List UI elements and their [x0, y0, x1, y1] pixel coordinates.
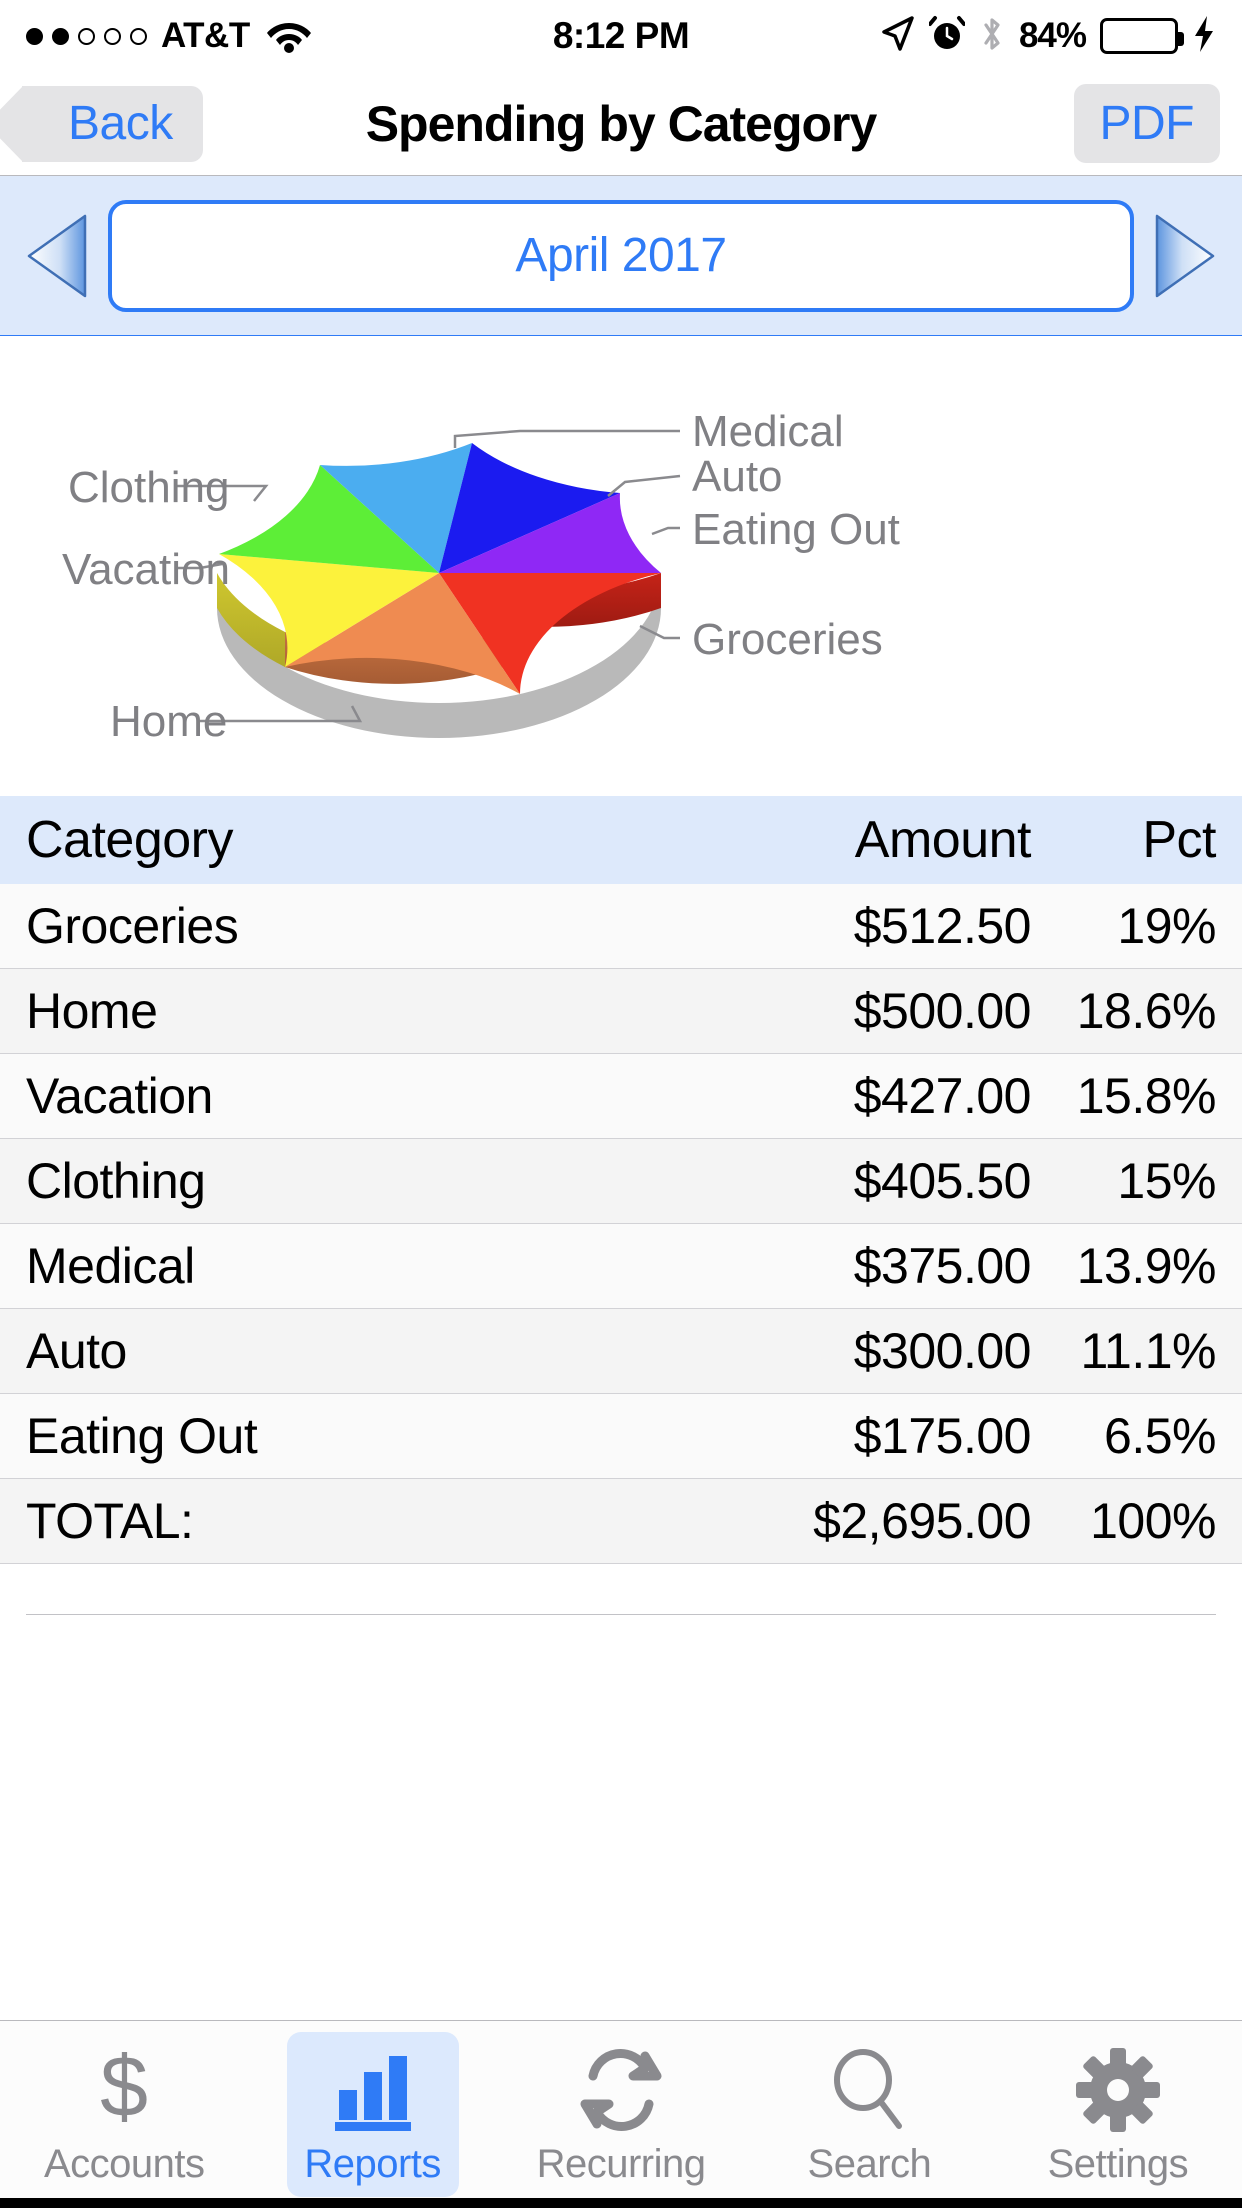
pie-label-groceries: Groceries — [692, 615, 883, 664]
cell-total-amount: $2,695.00 — [813, 1493, 1031, 1549]
tab-accounts[interactable]: $ Accounts — [0, 2021, 248, 2208]
cell-total-label: TOTAL: — [26, 1493, 194, 1549]
cell-amount: $300.00 — [853, 1323, 1032, 1379]
month-display-field[interactable]: April 2017 — [108, 199, 1134, 312]
refresh-cycle-icon — [579, 2046, 663, 2134]
pdf-button-label: PDF — [1099, 97, 1195, 150]
month-selector-bar: April 2017 — [0, 176, 1242, 336]
svg-text:$: $ — [100, 2046, 148, 2134]
battery-icon — [1100, 18, 1184, 54]
cell-pct: 6.5% — [1104, 1408, 1216, 1464]
back-button-label: Back — [68, 97, 173, 150]
battery-percent-label: 84% — [1018, 16, 1087, 55]
cell-category: Clothing — [26, 1153, 206, 1209]
cell-total-pct: 100% — [1090, 1493, 1216, 1549]
pie-label-auto: Auto — [692, 452, 783, 501]
carrier-label: AT&T — [161, 16, 250, 55]
table-row[interactable]: Home $500.00 18.6% — [0, 969, 1242, 1054]
cell-category: Groceries — [26, 898, 239, 954]
cell-category: Auto — [26, 1323, 127, 1379]
tab-reports[interactable]: Reports — [248, 2021, 496, 2208]
cell-category: Home — [26, 983, 158, 1039]
table-row[interactable]: Medical $375.00 13.9% — [0, 1224, 1242, 1309]
signal-dot — [130, 27, 147, 45]
table-row[interactable]: Vacation $427.00 15.8% — [0, 1054, 1242, 1139]
status-bar: AT&T 8:12 PM 84% — [0, 0, 1242, 72]
lightning-bolt-icon — [1192, 14, 1216, 59]
signal-dot — [52, 27, 69, 45]
table-row[interactable]: Eating Out $175.00 6.5% — [0, 1394, 1242, 1479]
bar-chart-icon — [331, 2046, 415, 2134]
column-header-pct: Pct — [1142, 811, 1216, 869]
tab-settings[interactable]: Settings — [994, 2021, 1242, 2208]
tab-recurring[interactable]: Recurring — [497, 2021, 745, 2208]
chevron-right-triangle-icon — [1155, 214, 1215, 297]
back-button[interactable]: Back — [0, 85, 203, 162]
pie-label-eatingout: Eating Out — [692, 505, 900, 554]
signal-dot — [104, 27, 121, 45]
wifi-icon — [266, 15, 312, 58]
previous-month-button[interactable] — [14, 201, 100, 311]
table-row[interactable]: Clothing $405.50 15% — [0, 1139, 1242, 1224]
pie-label-medical: Medical — [692, 407, 844, 456]
tab-label-recurring: Recurring — [536, 2142, 706, 2186]
tab-label-reports: Reports — [304, 2142, 441, 2186]
month-value: April 2017 — [515, 229, 727, 282]
home-indicator-bar — [0, 2198, 1242, 2208]
spending-table: Category Amount Pct Groceries $512.50 19… — [0, 796, 1242, 1735]
tab-label-search: Search — [807, 2142, 932, 2186]
bottom-tab-bar: $ Accounts Reports Recurring Search Sett… — [0, 2020, 1242, 2208]
table-total-row: TOTAL: $2,695.00 100% — [0, 1479, 1242, 1564]
cell-pct: 13.9% — [1076, 1238, 1217, 1294]
cell-pct: 15% — [1117, 1153, 1216, 1209]
table-header-row: Category Amount Pct — [0, 796, 1242, 884]
location-arrow-icon — [881, 15, 915, 58]
tab-label-settings: Settings — [1047, 2142, 1189, 2186]
status-bar-right: 84% — [881, 14, 1216, 59]
column-header-category: Category — [26, 811, 234, 869]
table-bottom-gap — [0, 1564, 1242, 1614]
cell-pct: 15.8% — [1076, 1068, 1217, 1124]
magnifier-icon — [827, 2046, 911, 2134]
dollar-sign-icon: $ — [88, 2046, 160, 2134]
table-trailing-space — [0, 1615, 1242, 1735]
cell-category: Vacation — [26, 1068, 213, 1124]
cell-category: Eating Out — [26, 1408, 258, 1464]
cell-amount: $405.50 — [853, 1153, 1032, 1209]
signal-dot — [26, 27, 43, 45]
pie-label-clothing: Clothing — [68, 463, 229, 512]
table-row[interactable]: Auto $300.00 11.1% — [0, 1309, 1242, 1394]
status-bar-left: AT&T — [26, 15, 312, 58]
spending-pie-chart: Medical Auto Eating Out Groceries Home V… — [62, 407, 900, 746]
cell-pct: 19% — [1117, 898, 1216, 954]
cell-amount: $427.00 — [853, 1068, 1032, 1124]
cell-pct: 11.1% — [1080, 1323, 1216, 1379]
pie-label-vacation: Vacation — [62, 545, 230, 594]
pie-label-home: Home — [110, 697, 227, 746]
bluetooth-icon — [979, 14, 1005, 59]
cell-amount: $175.00 — [853, 1408, 1032, 1464]
pdf-button[interactable]: PDF — [1073, 84, 1220, 163]
pie-chart-region: Medical Auto Eating Out Groceries Home V… — [0, 336, 1242, 796]
column-header-amount: Amount — [854, 811, 1032, 869]
next-month-button[interactable] — [1142, 201, 1228, 311]
chevron-left-triangle-icon — [27, 214, 87, 297]
signal-strength-dots — [26, 27, 147, 45]
navigation-bar: Back Spending by Category PDF — [0, 72, 1242, 176]
gear-icon — [1075, 2046, 1160, 2134]
signal-dot — [78, 27, 95, 45]
cell-amount: $500.00 — [853, 983, 1032, 1039]
cell-amount: $375.00 — [853, 1238, 1032, 1294]
tab-label-accounts: Accounts — [43, 2142, 205, 2186]
table-row[interactable]: Groceries $512.50 19% — [0, 884, 1242, 969]
cell-amount: $512.50 — [853, 898, 1032, 954]
tab-search[interactable]: Search — [745, 2021, 993, 2208]
cell-pct: 18.6% — [1076, 983, 1217, 1039]
cell-category: Medical — [26, 1238, 195, 1294]
alarm-clock-icon — [927, 14, 966, 59]
